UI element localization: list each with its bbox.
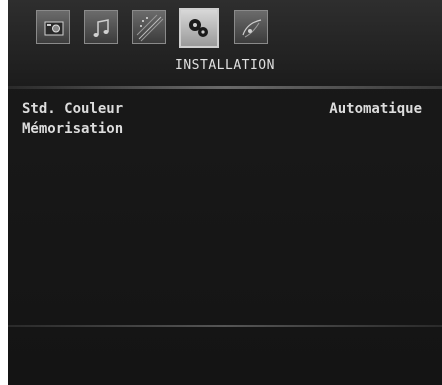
camera-icon (44, 21, 64, 36)
menu-item-label: Mémorisation (22, 121, 124, 137)
menu-panel: INSTALLATION Std. Couleur Automatique Mé… (8, 0, 442, 385)
tab-source[interactable] (234, 10, 268, 44)
menu-header: INSTALLATION (8, 0, 442, 86)
header-divider (8, 86, 442, 89)
tab-sound[interactable] (84, 10, 118, 44)
tab-features[interactable] (132, 10, 166, 44)
sparkle-icon (136, 14, 164, 42)
menu-item-value: Automatique (329, 101, 422, 117)
footer-divider (8, 325, 442, 327)
satellite-dish-icon (242, 19, 262, 38)
menu-title: INSTALLATION (175, 58, 275, 73)
tab-installation[interactable] (179, 8, 219, 48)
menu-item-label: Std. Couleur (22, 101, 124, 117)
music-note-icon (93, 19, 109, 37)
tab-picture[interactable] (36, 10, 70, 44)
osd-screen: INSTALLATION Std. Couleur Automatique Mé… (0, 0, 442, 385)
settings-discs-icon (189, 19, 208, 37)
